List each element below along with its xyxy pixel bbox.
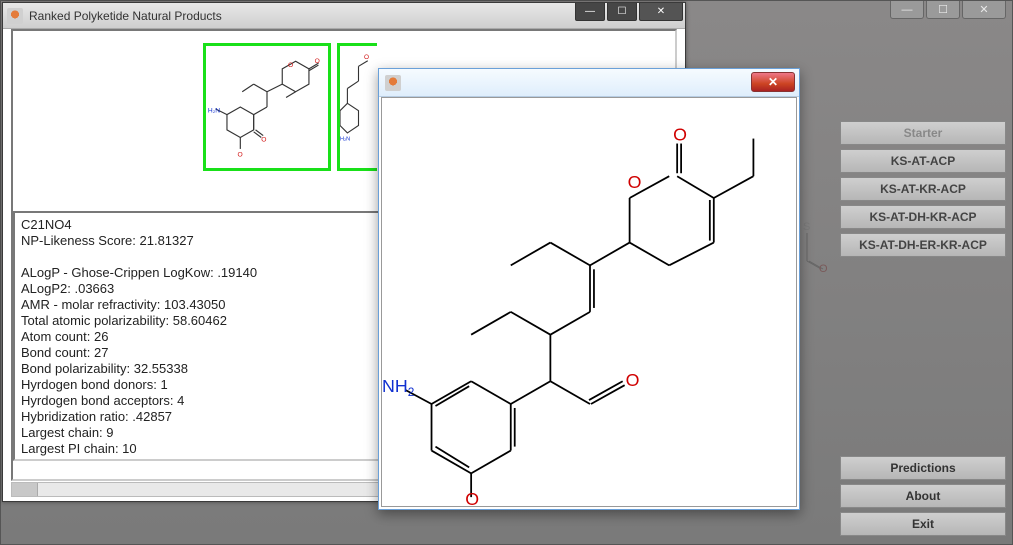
- ranked-minimize-button[interactable]: —: [575, 3, 605, 21]
- ks-at-dh-er-kr-acp-button[interactable]: KS-AT-DH-ER-KR-ACP: [840, 233, 1006, 257]
- structure-viewer-window: ✕: [378, 68, 800, 510]
- ranked-window-titlebar: Ranked Polyketide Natural Products — ☐ ✕: [3, 3, 685, 29]
- frag-o-label: O: [819, 263, 828, 275]
- starter-button[interactable]: Starter: [840, 121, 1006, 145]
- scrollbar-thumb[interactable]: [12, 483, 38, 496]
- molecule-structure: O O O O NH2: [382, 98, 796, 506]
- java-icon: [385, 75, 401, 91]
- nh2-label: NH2: [382, 376, 414, 399]
- structure-viewer-close-button[interactable]: ✕: [751, 72, 795, 92]
- bottom-button-panel: Predictions About Exit: [840, 456, 1006, 536]
- thumbnail-row: H₂N O O O O O H₂N: [203, 43, 377, 171]
- ks-at-acp-button[interactable]: KS-AT-ACP: [840, 149, 1006, 173]
- o-label-ring: O: [628, 172, 642, 192]
- o-label-carbonyl-top: O: [673, 125, 687, 145]
- java-icon: [7, 8, 23, 24]
- structure-thumbnail-1[interactable]: H₂N O O O O: [203, 43, 331, 171]
- predictions-button[interactable]: Predictions: [840, 456, 1006, 480]
- main-maximize-button[interactable]: ☐: [926, 1, 960, 19]
- main-minimize-button[interactable]: —: [890, 1, 924, 19]
- main-close-button[interactable]: ✕: [962, 1, 1006, 19]
- structure-viewer-titlebar: ✕: [379, 69, 799, 97]
- thumb-o-label-3: O: [261, 136, 266, 143]
- about-button[interactable]: About: [840, 484, 1006, 508]
- o-label-ketone: O: [626, 370, 640, 390]
- thumb-o-label-4: O: [237, 152, 242, 159]
- structure-thumbnail-2[interactable]: O H₂N: [337, 43, 377, 171]
- structure-viewer-body: O O O O NH2: [381, 97, 797, 507]
- svg-text:NH2: NH2: [382, 376, 414, 399]
- frag-s-label: S: [803, 221, 810, 233]
- ranked-window-title: Ranked Polyketide Natural Products: [29, 9, 222, 23]
- ranked-close-button[interactable]: ✕: [639, 3, 683, 21]
- main-app-titlebar: — ☐ ✕: [812, 1, 1012, 23]
- exit-button[interactable]: Exit: [840, 512, 1006, 536]
- o-label-phenol: O: [465, 489, 479, 506]
- thumb-o-label-2: O: [288, 62, 293, 69]
- ranked-maximize-button[interactable]: ☐: [607, 3, 637, 21]
- thumb2-nh2-label: H₂N: [340, 136, 350, 142]
- ks-at-kr-acp-button[interactable]: KS-AT-KR-ACP: [840, 177, 1006, 201]
- thumb-o-label-1: O: [315, 58, 320, 65]
- side-button-panel: Starter KS-AT-ACP KS-AT-KR-ACP KS-AT-DH-…: [840, 121, 1006, 257]
- thumb2-o-label: O: [364, 54, 369, 61]
- bg-structure-fragment: S O: [801, 221, 831, 284]
- thumb-nh2-label: H₂N: [208, 108, 220, 115]
- ks-at-dh-kr-acp-button[interactable]: KS-AT-DH-KR-ACP: [840, 205, 1006, 229]
